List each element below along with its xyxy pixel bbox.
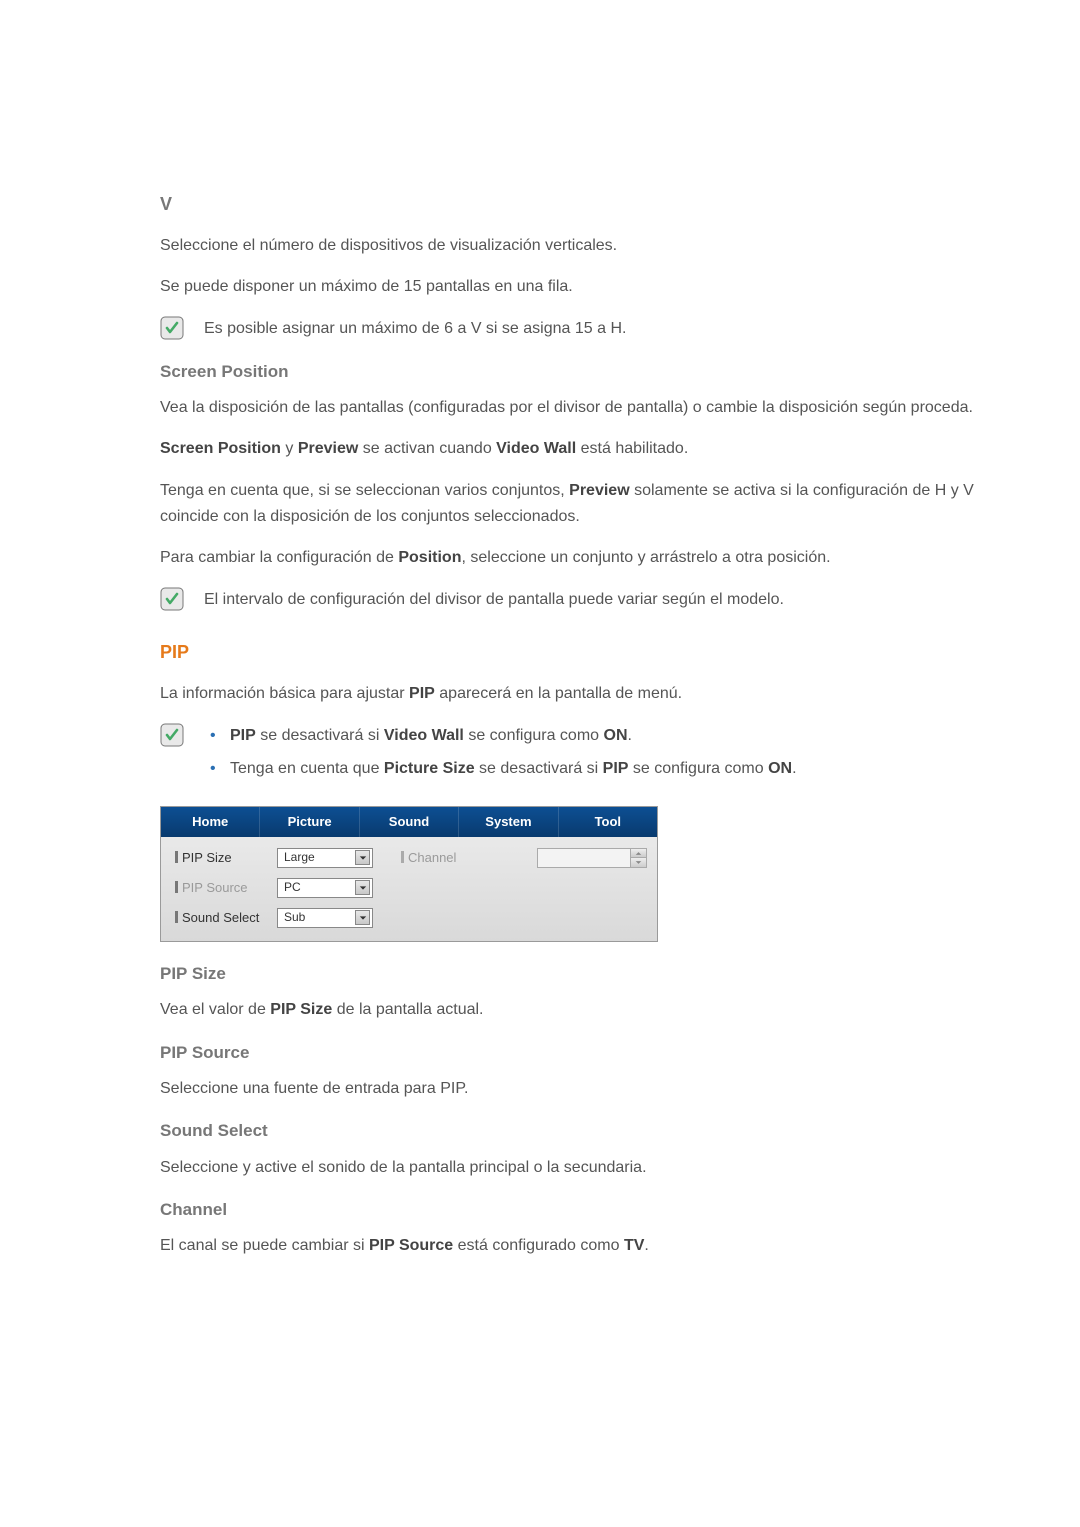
tab-home[interactable]: Home: [161, 807, 260, 837]
note-icon: [160, 587, 184, 611]
tab-bar: Home Picture Sound System Tool: [161, 807, 657, 837]
select-sound-select[interactable]: Sub: [277, 908, 373, 928]
tab-picture[interactable]: Picture: [260, 807, 359, 837]
select-pip-size-value: Large: [284, 848, 315, 867]
sp-text-3: Tenga en cuenta que, si se seleccionan v…: [160, 478, 980, 529]
select-pip-size[interactable]: Large: [277, 848, 373, 868]
text-pip-size: Vea el valor de PIP Size de la pantalla …: [160, 997, 980, 1023]
heading-pip: PIP: [160, 638, 980, 667]
bold-screen-position: Screen Position: [160, 440, 281, 457]
label-channel: Channel: [393, 848, 463, 869]
sp-text-1: Vea la disposición de las pantallas (con…: [160, 395, 980, 421]
text-pip-source: Seleccione una fuente de entrada para PI…: [160, 1076, 980, 1102]
bold-pip-2: PIP: [230, 727, 256, 744]
heading-screen-position: Screen Position: [160, 358, 980, 385]
pip-note-list: PIP se desactivará si Video Wall se conf…: [204, 723, 980, 790]
note-icon: [160, 723, 184, 747]
heading-sound-select: Sound Select: [160, 1117, 980, 1144]
heading-pip-size: PIP Size: [160, 960, 980, 987]
chevron-up-icon[interactable]: [631, 849, 646, 859]
heading-channel: Channel: [160, 1196, 980, 1223]
note-v: Es posible asignar un máximo de 6 a V si…: [204, 316, 980, 342]
note-icon: [160, 316, 184, 340]
chevron-down-icon: [355, 850, 370, 865]
bold-video-wall: Video Wall: [496, 440, 576, 457]
bold-pip-size: PIP Size: [270, 1001, 332, 1018]
label-pip-size: PIP Size: [169, 848, 277, 869]
select-sound-select-value: Sub: [284, 908, 305, 927]
text-v-2: Se puede disponer un máximo de 15 pantal…: [160, 274, 980, 300]
bold-pip: PIP: [409, 685, 435, 702]
tab-tool[interactable]: Tool: [559, 807, 657, 837]
bold-pip-3: PIP: [603, 760, 629, 777]
bold-preview: Preview: [298, 440, 358, 457]
sp-text-2: Screen Position y Preview se activan cua…: [160, 436, 980, 462]
bold-video-wall-2: Video Wall: [384, 727, 464, 744]
channel-field: [538, 849, 630, 867]
chevron-down-icon: [355, 880, 370, 895]
select-pip-source-value: PC: [284, 878, 301, 897]
chevron-down-icon: [355, 910, 370, 925]
sp-text-4: Para cambiar la configuración de Positio…: [160, 545, 980, 571]
tab-system[interactable]: System: [459, 807, 558, 837]
bold-position: Position: [398, 549, 461, 566]
channel-stepper[interactable]: [537, 848, 647, 868]
bold-on: ON: [604, 727, 628, 744]
bold-tv: TV: [624, 1237, 644, 1254]
select-pip-source[interactable]: PC: [277, 878, 373, 898]
pip-intro: La información básica para ajustar PIP a…: [160, 681, 980, 707]
pip-bullet-1: PIP se desactivará si Video Wall se conf…: [204, 723, 980, 749]
text-sound-select: Seleccione y active el sonido de la pant…: [160, 1155, 980, 1181]
settings-panel: Home Picture Sound System Tool PIP Size …: [160, 806, 658, 942]
label-sound-select: Sound Select: [169, 908, 277, 929]
panel-body: PIP Size Large Channel PIP Source PC: [161, 837, 657, 941]
text-channel: El canal se puede cambiar si PIP Source …: [160, 1233, 980, 1259]
bold-preview-2: Preview: [569, 482, 629, 499]
bold-on-2: ON: [768, 760, 792, 777]
tab-sound[interactable]: Sound: [360, 807, 459, 837]
label-pip-source: PIP Source: [169, 878, 277, 899]
heading-pip-source: PIP Source: [160, 1039, 980, 1066]
bold-picture-size: Picture Size: [384, 760, 475, 777]
pip-bullet-2: Tenga en cuenta que Picture Size se desa…: [204, 756, 980, 782]
chevron-down-icon[interactable]: [631, 858, 646, 867]
heading-v: V: [160, 190, 980, 219]
note-sp: El intervalo de configuración del diviso…: [204, 587, 980, 613]
bold-pip-source: PIP Source: [369, 1237, 453, 1254]
text-v-1: Seleccione el número de dispositivos de …: [160, 233, 980, 259]
